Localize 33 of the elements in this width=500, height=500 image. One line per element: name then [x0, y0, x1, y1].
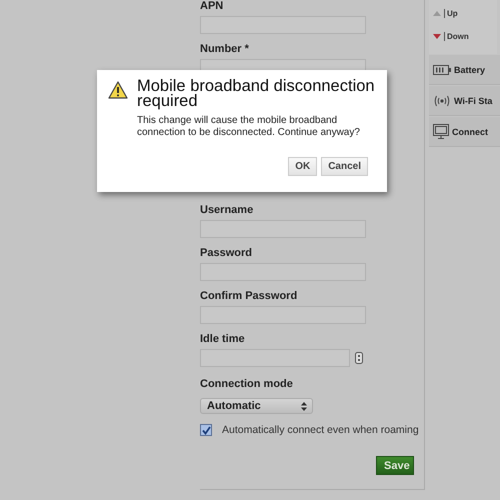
- field-label: Username: [200, 204, 254, 217]
- traffic-label: Down: [444, 32, 469, 41]
- dialog-title: Mobile broadband disconnection required: [137, 79, 376, 109]
- field-label: Password: [200, 247, 253, 260]
- field-label: APN: [200, 0, 224, 13]
- traffic-label: Up: [444, 9, 458, 18]
- wireless-signal-icon: [433, 94, 451, 106]
- input-field[interactable]: [200, 16, 366, 34]
- cancel-button[interactable]: Cancel: [321, 157, 368, 176]
- sidebar-item[interactable]: Connect: [429, 117, 500, 147]
- stepper-icon[interactable]: [355, 352, 363, 364]
- up-arrow-icon: [433, 11, 441, 16]
- save-button[interactable]: Save: [376, 456, 414, 475]
- warning-icon: [108, 81, 128, 99]
- battery-icon: [433, 64, 451, 74]
- input-field[interactable]: [200, 349, 350, 367]
- input-field[interactable]: [200, 306, 366, 324]
- ok-button[interactable]: OK: [288, 157, 318, 176]
- down-arrow-icon: [433, 34, 441, 39]
- checkbox-label: Automatically connect even when roaming: [222, 424, 419, 436]
- input-field[interactable]: [200, 263, 366, 281]
- field-label: Connection mode: [200, 378, 294, 391]
- input-field[interactable]: [200, 220, 366, 238]
- select-arrows-icon: [301, 402, 307, 410]
- field-label: Confirm Password: [200, 290, 298, 303]
- monitor-icon: [433, 124, 449, 139]
- sidebar-item[interactable]: Battery: [429, 55, 500, 85]
- field-label: Idle time: [200, 333, 246, 346]
- connection-mode-select[interactable]: Automatic: [200, 398, 313, 414]
- sidebar-item[interactable]: Wi-Fi Sta: [429, 86, 500, 116]
- field-label: Number *: [200, 43, 250, 56]
- roaming-checkbox[interactable]: [200, 424, 212, 436]
- dialog-message: This change will cause the mobile broadband connection to be disconnected. Continue anyway?: [137, 115, 361, 139]
